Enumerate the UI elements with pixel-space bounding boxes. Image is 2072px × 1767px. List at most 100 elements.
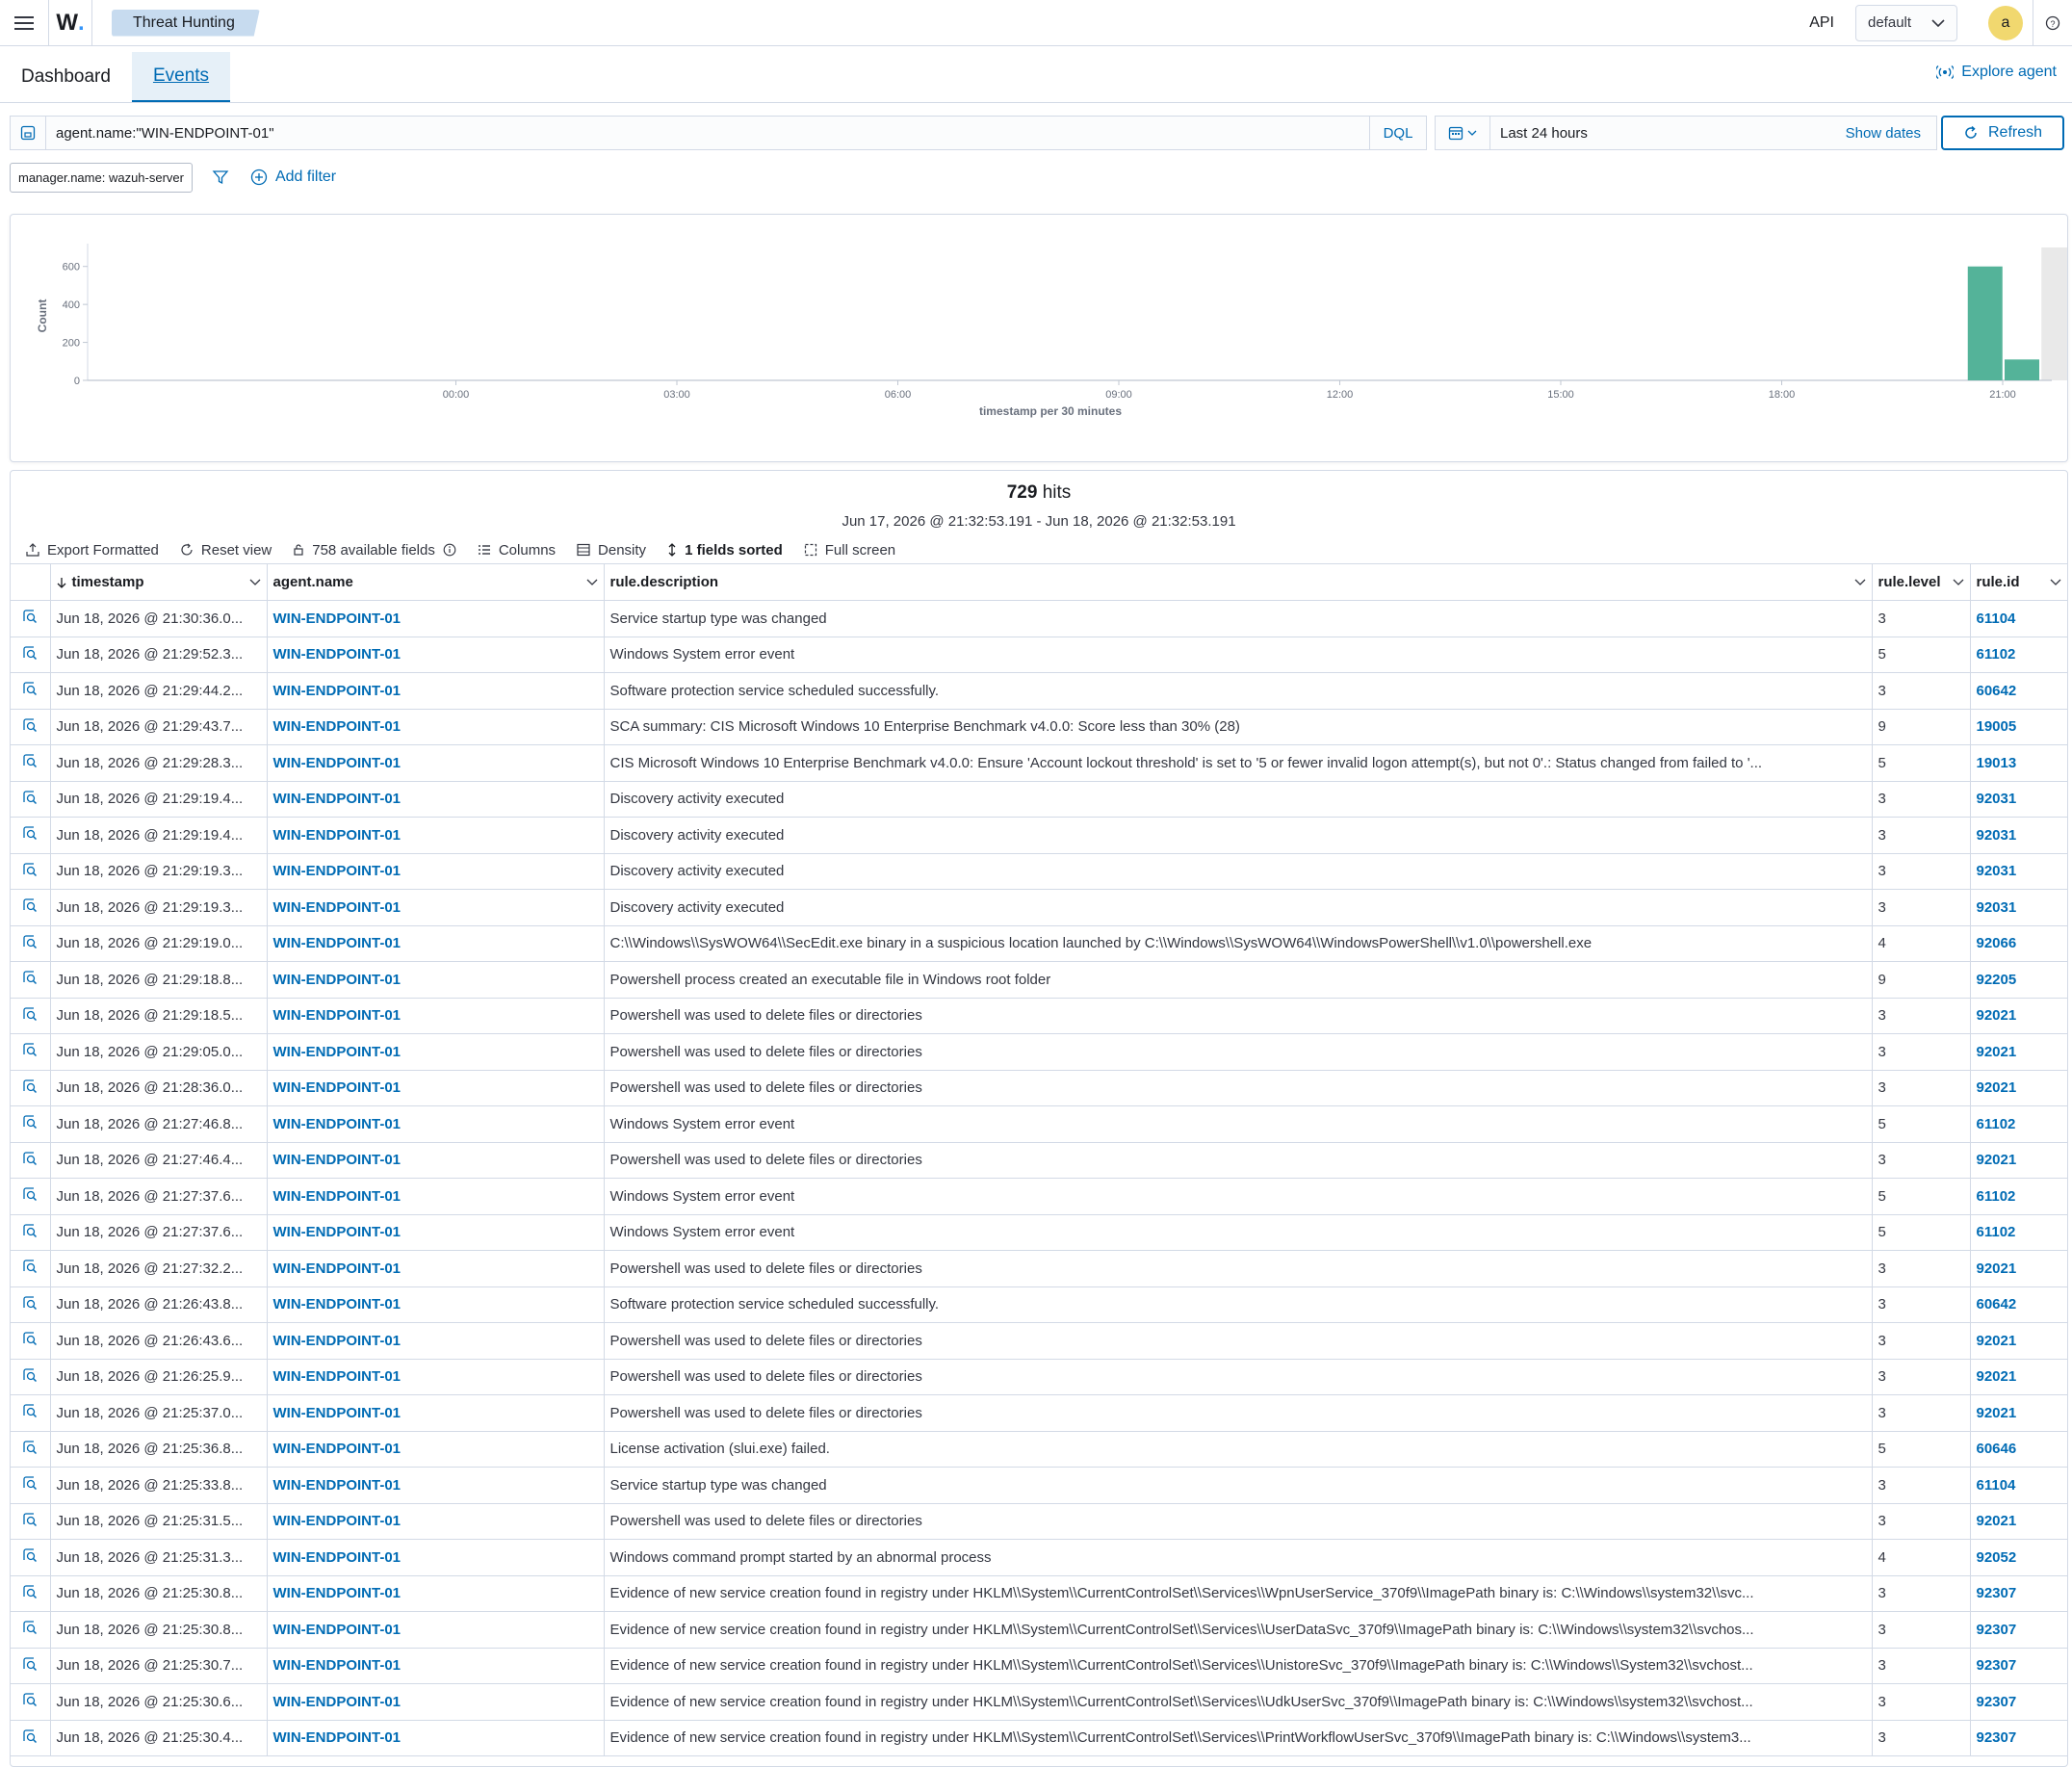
column-header-agent-name[interactable]: agent.name (267, 563, 605, 601)
inspect-document-button[interactable] (11, 817, 51, 854)
cell-agent-name[interactable]: WIN-ENDPOINT-01 (267, 853, 605, 890)
cell-agent-name[interactable]: WIN-ENDPOINT-01 (267, 817, 605, 854)
column-header-rule-id[interactable]: rule.id (1970, 563, 2067, 601)
inspect-document-button[interactable] (11, 744, 51, 782)
cell-agent-name[interactable]: WIN-ENDPOINT-01 (267, 1539, 605, 1576)
inspect-document-button[interactable] (11, 1105, 51, 1143)
inspect-document-button[interactable] (11, 1539, 51, 1576)
api-link[interactable]: API (1809, 14, 1834, 32)
tab-events[interactable]: Events (131, 52, 231, 102)
tenant-selector[interactable]: default (1855, 4, 1957, 41)
cell-agent-name[interactable]: WIN-ENDPOINT-01 (267, 1431, 605, 1468)
cell-agent-name[interactable]: WIN-ENDPOINT-01 (267, 1648, 605, 1684)
refresh-button[interactable]: Refresh (1941, 116, 2064, 150)
inspect-document-button[interactable] (11, 1286, 51, 1323)
inspect-document-button[interactable] (11, 672, 51, 710)
cell-rule-id[interactable]: 19013 (1970, 744, 2067, 782)
calendar-dropdown[interactable] (1436, 117, 1490, 149)
cell-rule-id[interactable]: 92021 (1970, 1503, 2067, 1540)
chevron-down-icon[interactable] (2050, 579, 2061, 586)
cell-rule-id[interactable]: 92021 (1970, 1394, 2067, 1432)
inspect-document-button[interactable] (11, 1648, 51, 1684)
cell-rule-id[interactable]: 92021 (1970, 1070, 2067, 1106)
cell-agent-name[interactable]: WIN-ENDPOINT-01 (267, 1611, 605, 1649)
cell-rule-id[interactable]: 61102 (1970, 1105, 2067, 1143)
menu-icon[interactable] (0, 0, 48, 45)
inspect-document-button[interactable] (11, 961, 51, 999)
cell-agent-name[interactable]: WIN-ENDPOINT-01 (267, 1503, 605, 1540)
inspect-document-button[interactable] (11, 889, 51, 926)
cell-rule-id[interactable]: 19005 (1970, 709, 2067, 745)
inspect-document-button[interactable] (11, 925, 51, 962)
cell-rule-id[interactable]: 92307 (1970, 1611, 2067, 1649)
cell-rule-id[interactable]: 92307 (1970, 1575, 2067, 1612)
cell-agent-name[interactable]: WIN-ENDPOINT-01 (267, 709, 605, 745)
cell-agent-name[interactable]: WIN-ENDPOINT-01 (267, 925, 605, 962)
chevron-down-icon[interactable] (586, 579, 598, 586)
cell-rule-id[interactable]: 92307 (1970, 1683, 2067, 1721)
help-icon[interactable]: ? (2033, 0, 2072, 45)
sort-fields-button[interactable]: 1 fields sorted (667, 542, 783, 559)
cell-agent-name[interactable]: WIN-ENDPOINT-01 (267, 1394, 605, 1432)
inspect-document-button[interactable] (11, 1070, 51, 1106)
cell-rule-id[interactable]: 92021 (1970, 1250, 2067, 1287)
column-header-rule-description[interactable]: rule.description (604, 563, 1873, 601)
breadcrumb[interactable]: Threat Hunting (112, 9, 260, 37)
cell-rule-id[interactable]: 61102 (1970, 1178, 2067, 1215)
cell-rule-id[interactable]: 61102 (1970, 1214, 2067, 1251)
reset-view-button[interactable]: Reset view (180, 542, 272, 559)
cell-agent-name[interactable]: WIN-ENDPOINT-01 (267, 998, 605, 1034)
inspect-document-button[interactable] (11, 1033, 51, 1071)
search-input[interactable]: agent.name:"WIN-ENDPOINT-01" DQL (10, 116, 1427, 150)
saved-query-icon[interactable] (11, 117, 46, 149)
cell-agent-name[interactable]: WIN-ENDPOINT-01 (267, 744, 605, 782)
inspect-document-button[interactable] (11, 1142, 51, 1179)
filter-icon[interactable] (212, 169, 229, 186)
cell-rule-id[interactable]: 60642 (1970, 1286, 2067, 1323)
cell-agent-name[interactable]: WIN-ENDPOINT-01 (267, 1178, 605, 1215)
cell-agent-name[interactable]: WIN-ENDPOINT-01 (267, 1467, 605, 1504)
filter-pill[interactable]: manager.name: wazuh-server (10, 162, 193, 193)
inspect-document-button[interactable] (11, 600, 51, 637)
chevron-down-icon[interactable] (249, 579, 261, 586)
cell-agent-name[interactable]: WIN-ENDPOINT-01 (267, 637, 605, 673)
avatar[interactable]: a (1988, 5, 2023, 40)
inspect-document-button[interactable] (11, 1575, 51, 1612)
cell-agent-name[interactable]: WIN-ENDPOINT-01 (267, 600, 605, 637)
cell-rule-id[interactable]: 61104 (1970, 600, 2067, 637)
inspect-document-button[interactable] (11, 1431, 51, 1468)
cell-rule-id[interactable]: 60646 (1970, 1431, 2067, 1468)
column-header-timestamp[interactable]: timestamp (50, 563, 268, 601)
inspect-document-button[interactable] (11, 1611, 51, 1649)
cell-rule-id[interactable]: 92021 (1970, 1142, 2067, 1179)
inspect-document-button[interactable] (11, 998, 51, 1034)
available-fields-button[interactable]: 758 available fields (293, 542, 456, 559)
inspect-document-button[interactable] (11, 1683, 51, 1721)
cell-agent-name[interactable]: WIN-ENDPOINT-01 (267, 781, 605, 818)
inspect-document-button[interactable] (11, 709, 51, 745)
cell-rule-id[interactable]: 92021 (1970, 1033, 2067, 1071)
export-formatted-button[interactable]: Export Formatted (26, 542, 159, 559)
cell-agent-name[interactable]: WIN-ENDPOINT-01 (267, 1070, 605, 1106)
column-header-rule-level[interactable]: rule.level (1872, 563, 1971, 601)
cell-agent-name[interactable]: WIN-ENDPOINT-01 (267, 1322, 605, 1360)
cell-rule-id[interactable]: 92021 (1970, 1322, 2067, 1360)
inspect-document-button[interactable] (11, 637, 51, 673)
cell-rule-id[interactable]: 92031 (1970, 853, 2067, 890)
inspect-document-button[interactable] (11, 781, 51, 818)
inspect-document-button[interactable] (11, 1214, 51, 1251)
inspect-document-button[interactable] (11, 1178, 51, 1215)
query-text[interactable]: agent.name:"WIN-ENDPOINT-01" (46, 125, 1369, 142)
inspect-document-button[interactable] (11, 853, 51, 890)
inspect-document-button[interactable] (11, 1322, 51, 1360)
inspect-document-button[interactable] (11, 1467, 51, 1504)
cell-rule-id[interactable]: 92205 (1970, 961, 2067, 999)
cell-rule-id[interactable]: 92307 (1970, 1720, 2067, 1756)
show-dates-link[interactable]: Show dates (1846, 125, 1936, 142)
cell-agent-name[interactable]: WIN-ENDPOINT-01 (267, 1105, 605, 1143)
explore-agent-button[interactable]: Explore agent (1936, 64, 2057, 81)
cell-agent-name[interactable]: WIN-ENDPOINT-01 (267, 1683, 605, 1721)
cell-rule-id[interactable]: 92021 (1970, 1359, 2067, 1395)
cell-rule-id[interactable]: 92307 (1970, 1648, 2067, 1684)
inspect-document-button[interactable] (11, 1250, 51, 1287)
